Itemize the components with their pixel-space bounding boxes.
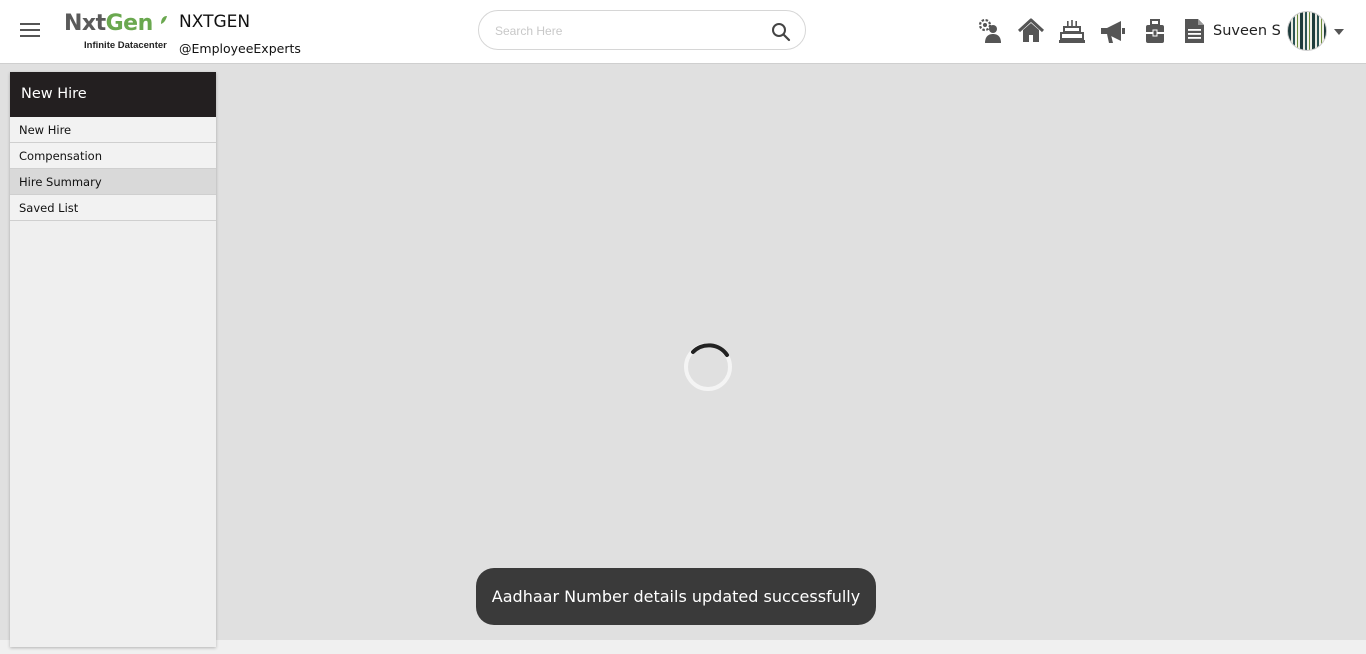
toast-message: Aadhaar Number details updated successfu…: [491, 587, 861, 606]
chevron-down-icon[interactable]: [1334, 29, 1344, 35]
avatar[interactable]: [1287, 11, 1327, 51]
megaphone-icon[interactable]: [1099, 17, 1127, 45]
people-gear-icon[interactable]: [976, 17, 1004, 45]
birthday-cake-icon[interactable]: [1058, 17, 1086, 45]
logo-tagline: Infinite Datacenter: [84, 40, 167, 51]
sidebar-item-hire-summary[interactable]: Hire Summary: [10, 169, 216, 195]
logo-leaf-icon: [161, 16, 167, 24]
hamburger-menu-icon[interactable]: [20, 23, 40, 39]
briefcase-icon[interactable]: [1141, 17, 1169, 45]
company-handle: @EmployeeExperts: [179, 41, 301, 56]
sidebar: New Hire New Hire Compensation Hire Summ…: [10, 72, 216, 647]
nxtgen-logo: NxtGen Infinite Datacenter: [64, 12, 170, 52]
logo-word-dark: Nxt: [64, 11, 106, 36]
company-name: NXTGEN: [179, 12, 251, 32]
sidebar-item-compensation[interactable]: Compensation: [10, 143, 216, 169]
user-name[interactable]: Suveen S: [1213, 23, 1281, 39]
document-icon[interactable]: [1180, 17, 1208, 45]
logo-word-green: Gen: [105, 11, 154, 36]
search-box: [478, 10, 806, 50]
loading-spinner-icon: [684, 343, 732, 391]
search-icon[interactable]: [771, 22, 791, 42]
toast-notification: Aadhaar Number details updated successfu…: [476, 568, 876, 625]
sidebar-item-new-hire[interactable]: New Hire: [10, 117, 216, 143]
home-icon[interactable]: [1017, 17, 1045, 45]
sidebar-title: New Hire: [10, 72, 216, 117]
top-header: NxtGen Infinite Datacenter NXTGEN @Emplo…: [0, 0, 1366, 64]
search-input[interactable]: [495, 21, 755, 41]
sidebar-item-saved-list[interactable]: Saved List: [10, 195, 216, 221]
